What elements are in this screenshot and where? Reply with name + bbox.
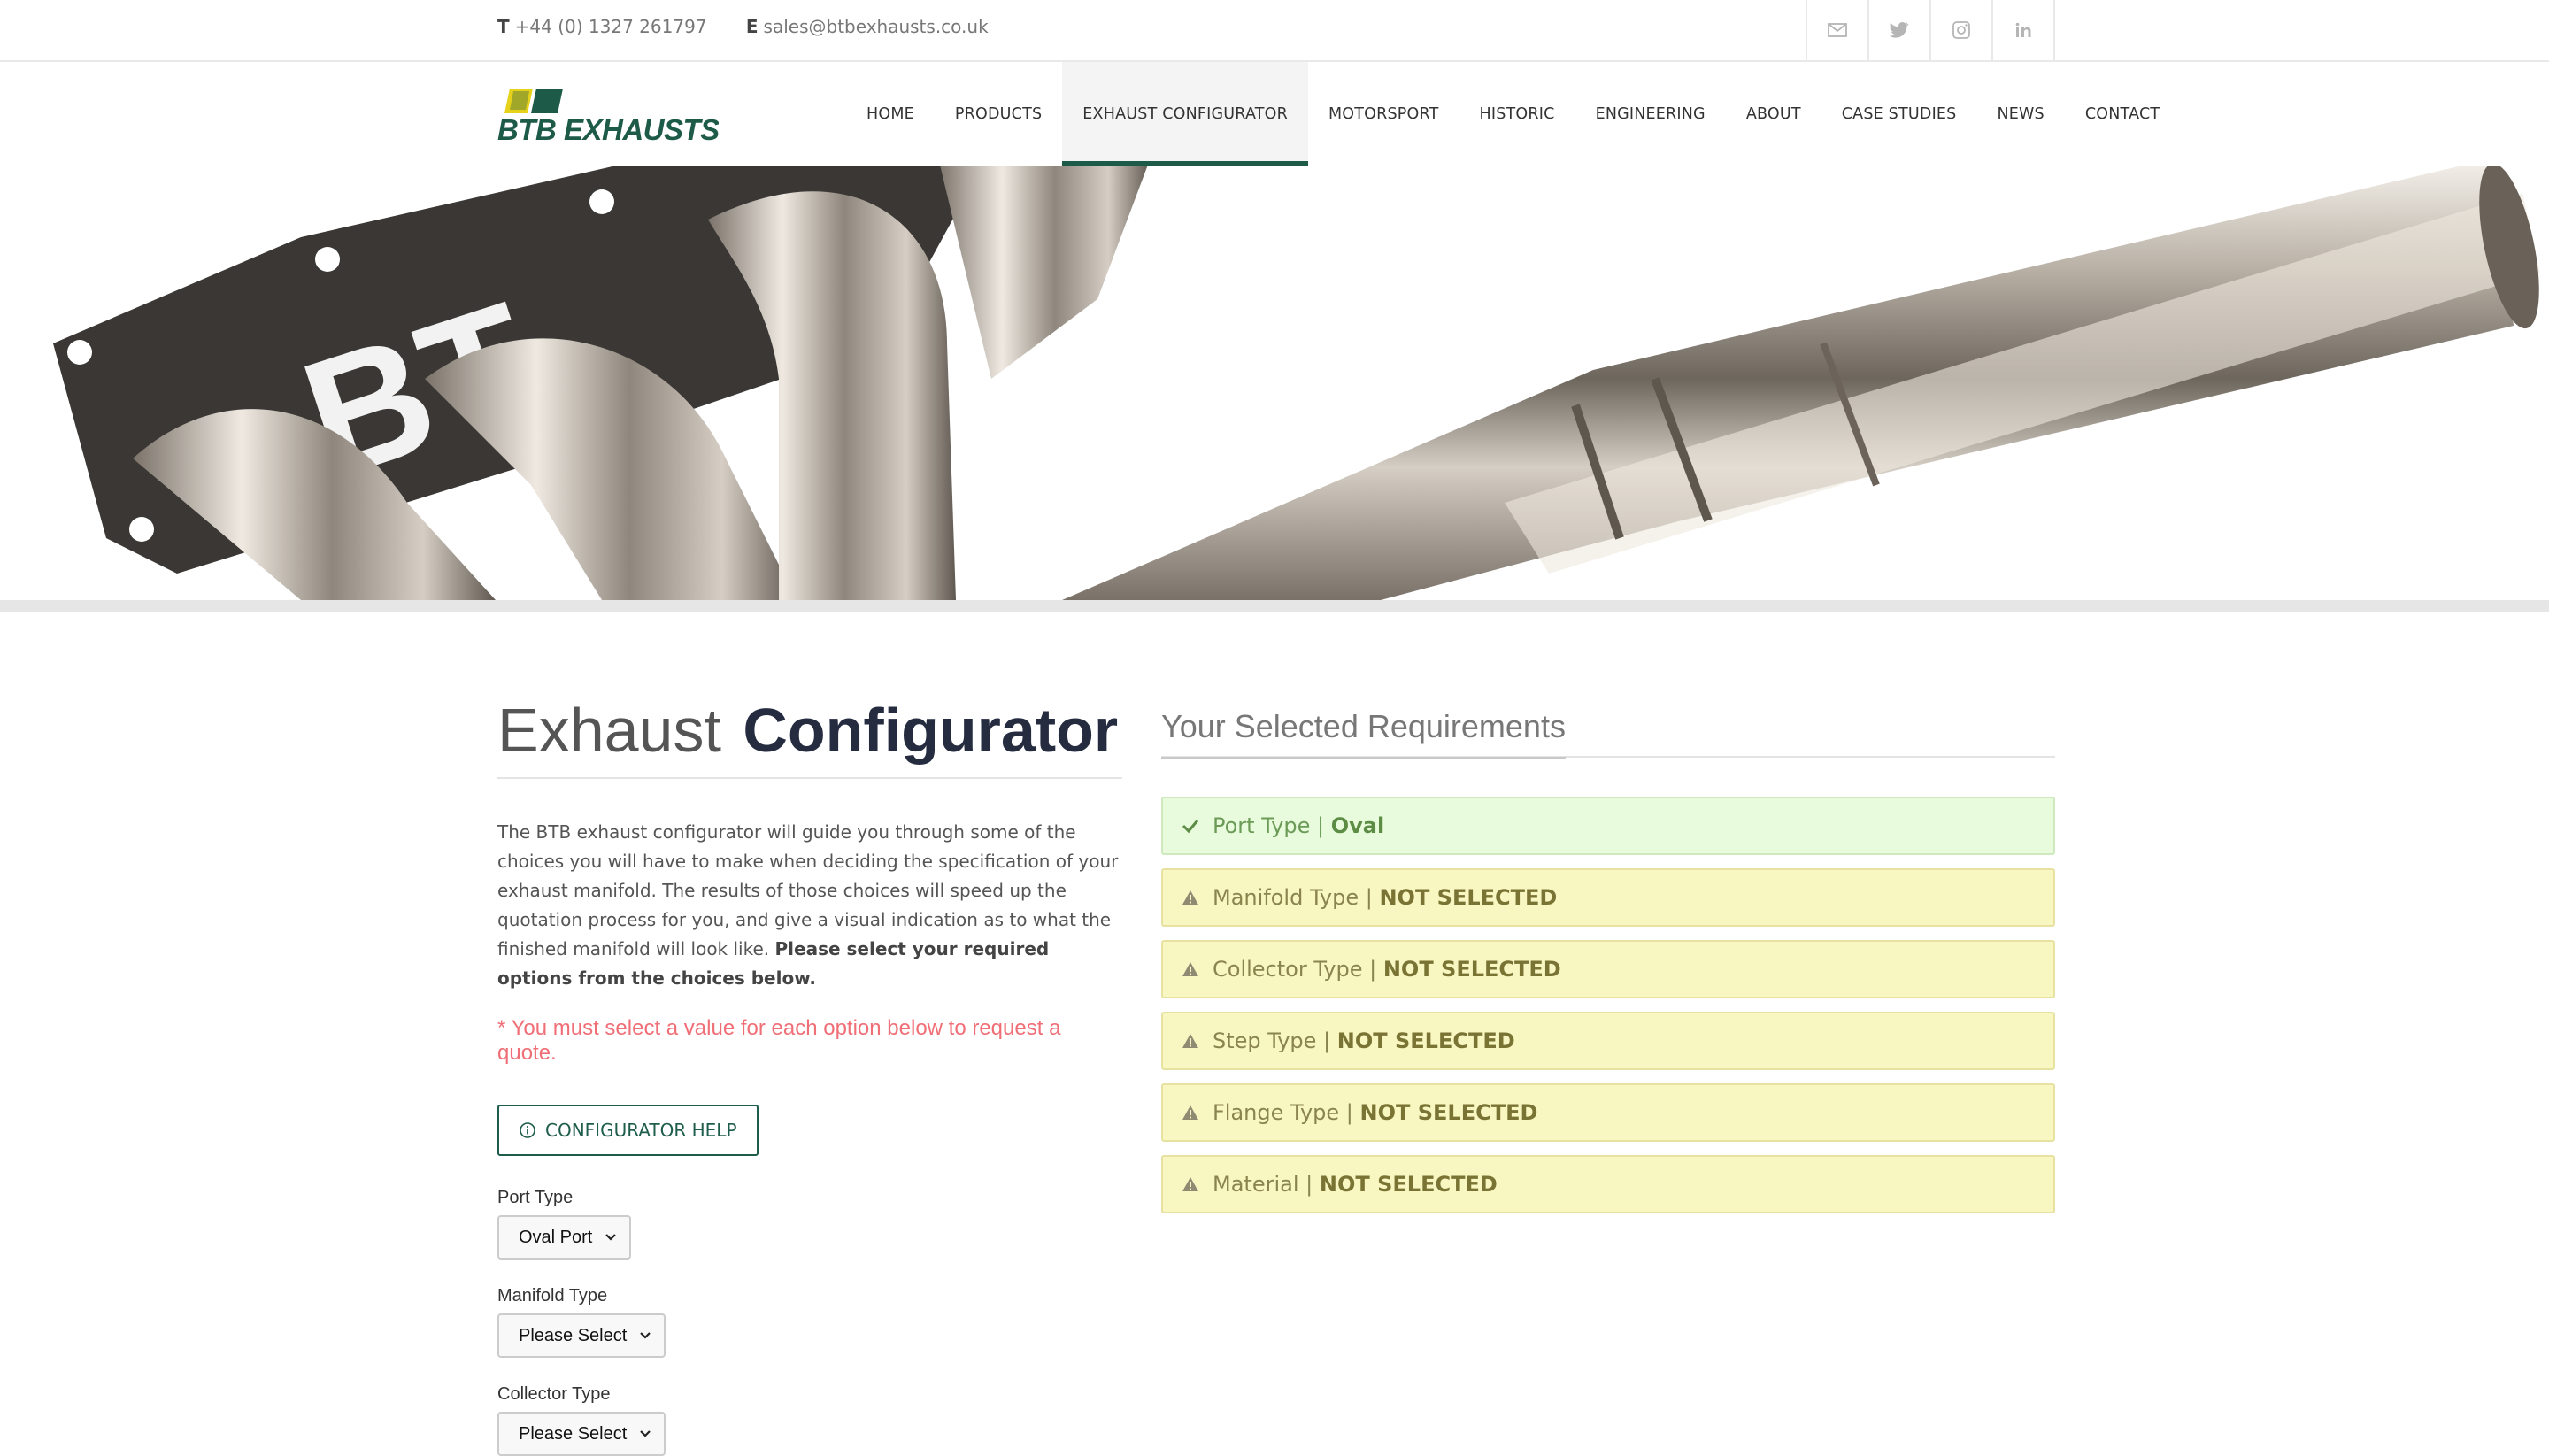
hero-divider [0,600,2549,612]
requirement-collector-type: Collector Type | NOT SELECTED [1161,940,2055,998]
info-icon [520,1122,535,1138]
requirement-separator: | [1316,813,1325,838]
chevron-down-icon [640,1430,651,1437]
requirement-value: NOT SELECTED [1382,957,1561,982]
nav-about[interactable]: ABOUT [1726,62,1821,166]
requirement-label: Manifold Type [1213,885,1359,910]
check-icon [1182,820,1199,834]
main-nav: HOME PRODUCTS EXHAUST CONFIGURATOR MOTOR… [846,62,2180,166]
nav-news[interactable]: NEWS [1977,62,2065,166]
requirement-label: Material [1213,1172,1299,1197]
warning-icon [1182,962,1198,976]
warning-icon [1182,890,1198,905]
nav-motorsport[interactable]: MOTORSPORT [1308,62,1459,166]
collector-type-label: Collector Type [497,1384,611,1404]
warning-icon [1182,1034,1198,1048]
configurator-help-button[interactable]: CONFIGURATOR HELP [497,1105,759,1156]
required-warning: * You must select a value for each optio… [497,1016,1061,1065]
svg-text:BTB EXHAUSTS: BTB EXHAUSTS [497,113,719,145]
requirements-list: Port Type | Oval Manifold Type | NOT SEL… [1161,797,2055,1213]
requirement-label: Collector Type [1213,957,1363,982]
email-link[interactable]: sales@btbexhausts.co.uk [764,16,989,37]
collector-type-select[interactable]: Please Select [497,1412,666,1456]
help-button-label: CONFIGURATOR HELP [545,1120,737,1141]
email-prefix: E [745,16,759,37]
nav-exhaust-configurator[interactable]: EXHAUST CONFIGURATOR [1062,62,1308,166]
page-title: Exhaust Configurator [497,690,1122,779]
port-type-value: Oval Port [519,1227,593,1247]
manifold-type-label: Manifold Type [497,1286,608,1306]
requirement-separator: | [1305,1172,1313,1197]
requirement-material: Material | NOT SELECTED [1161,1155,2055,1213]
port-type-label: Port Type [497,1188,574,1207]
warning-icon [1182,1105,1198,1120]
requirement-label: Flange Type [1213,1100,1340,1125]
configurator-panel: Exhaust Configurator The BTB exhaust con… [497,690,1122,1456]
requirement-value: NOT SELECTED [1319,1172,1498,1197]
requirement-value: NOT SELECTED [1359,1100,1538,1125]
requirement-value: NOT SELECTED [1379,885,1558,910]
nav-contact[interactable]: CONTACT [2065,62,2180,166]
requirement-label: Step Type [1213,1028,1317,1053]
instagram-icon[interactable] [1929,0,1991,60]
requirement-label: Port Type [1213,813,1311,838]
chevron-down-icon [605,1234,617,1241]
requirement-port-type: Port Type | Oval [1161,797,2055,855]
requirement-separator: | [1345,1100,1353,1125]
warning-icon [1182,1177,1198,1191]
port-type-select[interactable]: Oval Port [497,1215,632,1260]
requirement-manifold-type: Manifold Type | NOT SELECTED [1161,868,2055,927]
social-links [1806,0,2055,60]
requirements-panel: Your Selected Requirements Port Type | O… [1161,708,2055,1227]
linkedin-icon[interactable] [1991,0,2055,60]
phone-prefix: T [497,16,510,37]
mail-icon[interactable] [1806,0,1867,60]
nav-products[interactable]: PRODUCTS [935,62,1062,166]
chevron-down-icon [640,1332,651,1339]
nav-historic[interactable]: HISTORIC [1459,62,1575,166]
requirement-value: Oval [1330,813,1385,838]
nav-engineering[interactable]: ENGINEERING [1575,62,1726,166]
requirements-title: Your Selected Requirements [1161,708,2055,759]
intro-text: The BTB exhaust configurator will guide … [497,818,1122,993]
collector-type-value: Please Select [519,1423,628,1444]
manifold-type-value: Please Select [519,1325,628,1345]
site-header: BTB EXHAUSTS HOME PRODUCTS EXHAUST CONFI… [0,62,2549,166]
twitter-icon[interactable] [1867,0,1929,60]
requirement-separator: | [1369,957,1377,982]
requirement-separator: | [1365,885,1373,910]
requirement-separator: | [1323,1028,1331,1053]
nav-home[interactable]: HOME [846,62,935,166]
page-title-strong: Configurator [743,696,1119,765]
requirement-flange-type: Flange Type | NOT SELECTED [1161,1083,2055,1142]
requirement-step-type: Step Type | NOT SELECTED [1161,1012,2055,1070]
hero-banner-image: BT [0,166,2549,600]
top-bar: T +44 (0) 1327 261797 Esales@btbexhausts.… [0,0,2549,62]
btb-logo[interactable]: BTB EXHAUSTS [497,87,720,146]
requirement-value: NOT SELECTED [1336,1028,1515,1053]
page-title-light: Exhaust [497,696,721,765]
nav-case-studies[interactable]: CASE STUDIES [1821,62,1977,166]
phone-number[interactable]: +44 (0) 1327 261797 [515,16,707,37]
manifold-type-select[interactable]: Please Select [497,1313,666,1358]
contact-info: T +44 (0) 1327 261797 Esales@btbexhausts.… [497,16,989,37]
